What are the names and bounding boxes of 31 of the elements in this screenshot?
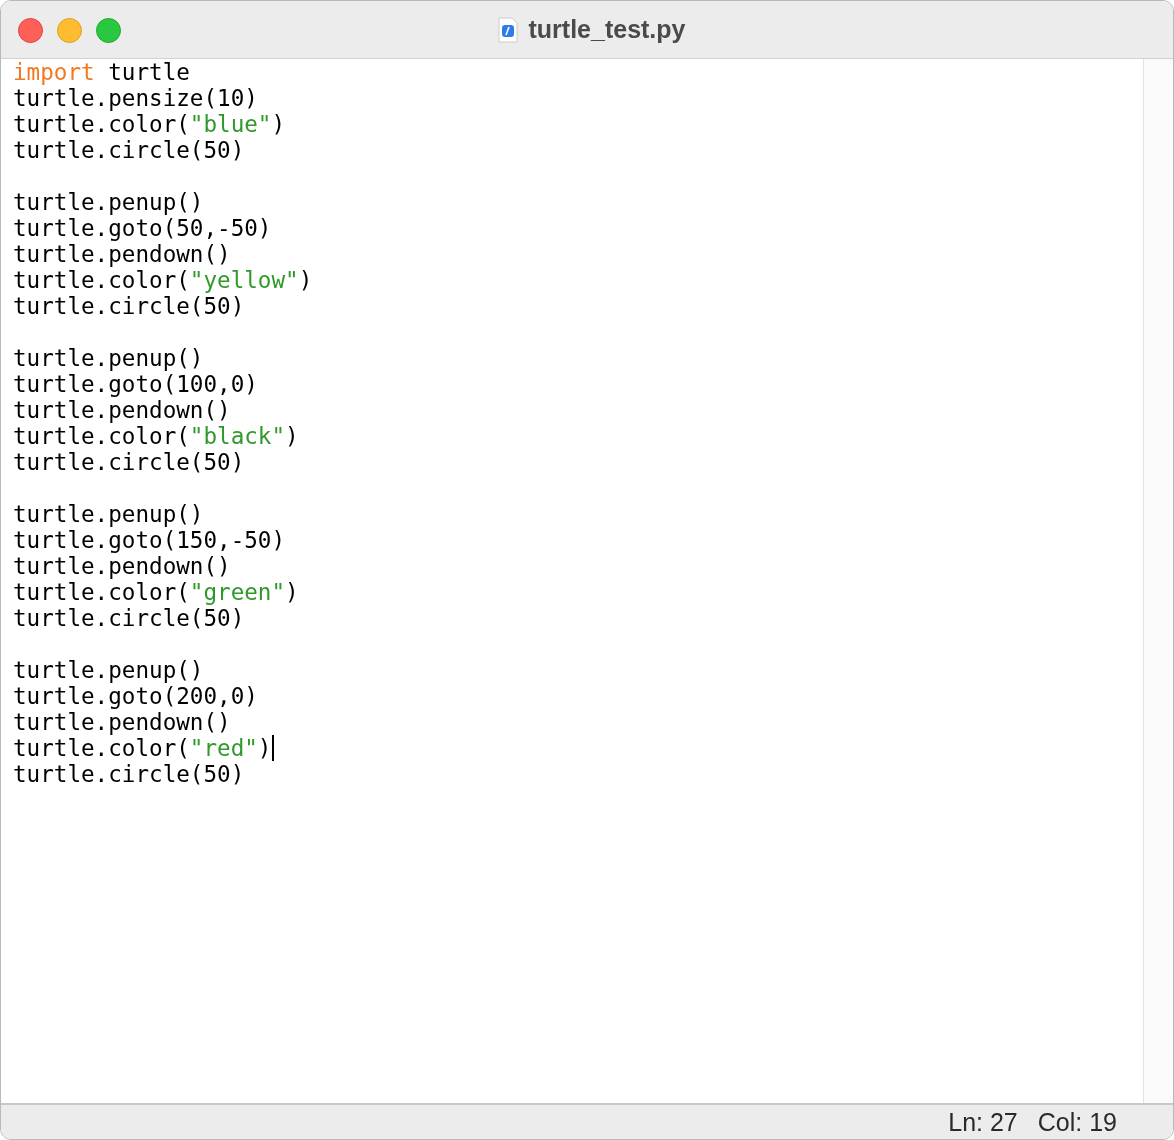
code-line: turtle.circle(50) (13, 605, 245, 631)
code-line: turtle.color("yellow") (13, 267, 313, 293)
code-line: turtle.color("green") (13, 579, 299, 605)
code-line: turtle.penup() (13, 501, 204, 527)
window-title: turtle_test.py (528, 15, 686, 44)
line-number: Ln: 27 (948, 1107, 1018, 1137)
code-line: turtle.pendown() (13, 241, 231, 267)
minimize-button[interactable] (57, 18, 82, 43)
code-line: turtle.pendown() (13, 553, 231, 579)
code-line: turtle.pensize(10) (13, 85, 258, 111)
code-line: turtle.pendown() (13, 709, 231, 735)
code-line: turtle.circle(50) (13, 293, 245, 319)
code-line: turtle.color("blue") (13, 111, 286, 137)
code-line: turtle.color("red") (13, 735, 272, 761)
code-line: import turtle (13, 59, 190, 85)
code-line: turtle.penup() (13, 345, 204, 371)
code-line: turtle.goto(50,-50) (13, 215, 272, 241)
zoom-button[interactable] (96, 18, 121, 43)
code-line: turtle.color("black") (13, 423, 299, 449)
code-line: turtle.goto(200,0) (13, 683, 258, 709)
python-file-icon (496, 16, 519, 43)
code-line: turtle.penup() (13, 189, 204, 215)
code-line: turtle.circle(50) (13, 761, 245, 787)
code-line: turtle.goto(100,0) (13, 371, 258, 397)
code-line: turtle.circle(50) (13, 137, 245, 163)
code-line: turtle.penup() (13, 657, 204, 683)
close-button[interactable] (18, 18, 43, 43)
code-line: turtle.circle(50) (13, 449, 245, 475)
code-line: turtle.pendown() (13, 397, 231, 423)
column-number: Col: 19 (1037, 1107, 1117, 1137)
code-line: turtle.goto(150,-50) (13, 527, 286, 553)
